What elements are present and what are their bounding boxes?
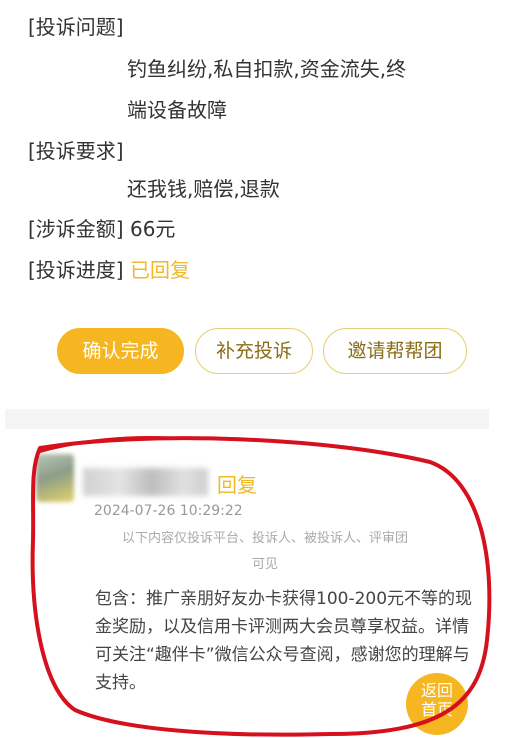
annotation-stroke bbox=[30, 436, 492, 737]
red-annotation-circle bbox=[30, 436, 492, 737]
